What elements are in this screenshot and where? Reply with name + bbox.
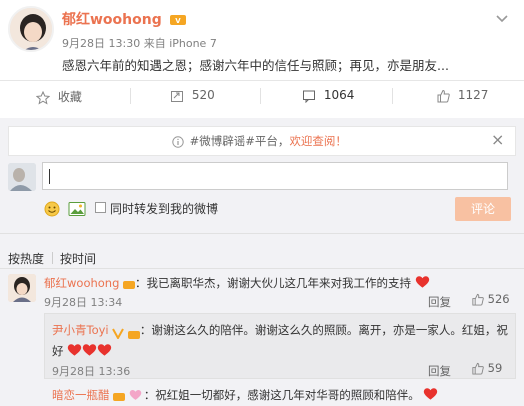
image-icon <box>68 201 86 217</box>
current-user-avatar[interactable] <box>8 163 36 191</box>
action-separator <box>392 88 393 104</box>
comment-like-button[interactable]: 526 <box>471 292 510 306</box>
post-divider <box>0 80 524 81</box>
reply-reply-button[interactable]: 回复 <box>428 363 451 379</box>
reply-author-name[interactable]: 尹小青Toyi <box>52 323 109 337</box>
tab-separator <box>52 252 53 264</box>
repost-checkbox[interactable] <box>95 202 106 213</box>
sort-divider <box>0 233 524 234</box>
svg-text:V: V <box>175 17 181 25</box>
post-time[interactable]: 9月28日 13:30 <box>62 37 140 50</box>
comment-input[interactable] <box>42 162 508 190</box>
vip-badge-icon <box>113 391 126 401</box>
reply-time[interactable]: 9月28日 13:36 <box>52 363 130 379</box>
reply-text: ：祝红姐一切都好，感谢这几年对华哥的照顾和陪伴。 <box>143 388 420 402</box>
post-menu-chevron-icon[interactable] <box>496 8 508 27</box>
info-icon <box>172 135 184 148</box>
image-button[interactable] <box>68 198 86 217</box>
reply-item: 暗恋一瓶醋 ：祝红姐一切都好，感谢这几年对华哥的照顾和陪伴。 <box>52 387 438 403</box>
reply-like-button[interactable]: 59 <box>471 361 502 375</box>
post-source[interactable]: 来自 iPhone 7 <box>144 37 217 50</box>
comment-author-avatar[interactable] <box>8 274 36 302</box>
reply-item: 尹小青Toyi ：谢谢这么久的陪伴。谢谢这么久的照顾。离开，亦是一家人。红姐，祝… <box>52 320 512 362</box>
comment-like-count: 526 <box>487 292 510 306</box>
vip-badge-icon <box>127 326 140 339</box>
comment-button[interactable]: 1064 <box>302 88 354 103</box>
smiley-icon <box>44 201 60 217</box>
comment-icon <box>302 89 316 103</box>
action-separator <box>130 88 131 104</box>
heart-emoji-icon <box>97 343 112 357</box>
like-button[interactable]: 1127 <box>436 88 488 103</box>
notice-topic-link[interactable]: #微博辟谣#平台， <box>190 134 290 148</box>
comment-text: ：我已离职华杰，谢谢大伙儿这几年来对我工作的支持 <box>135 276 412 290</box>
text-cursor <box>49 169 50 184</box>
heart-emoji-icon <box>415 275 430 289</box>
post-author-name[interactable]: 郁红woohong <box>62 12 162 28</box>
thumbs-up-icon <box>471 362 484 375</box>
tab-sort-by-hot[interactable]: 按热度 <box>8 250 44 267</box>
comment-item: 郁红woohong ：我已离职华杰，谢谢大伙儿这几年来对我工作的支持 <box>44 275 430 291</box>
submit-comment-button[interactable]: 评论 <box>455 197 511 221</box>
favorite-button[interactable]: 收藏 <box>35 88 82 105</box>
star-icon <box>35 90 51 105</box>
pink-heart-icon <box>129 389 144 403</box>
reply-author-name[interactable]: 暗恋一瓶醋 <box>52 388 110 402</box>
thumbs-up-icon <box>436 89 450 103</box>
vip-badge-icon: V <box>169 14 186 26</box>
thumbs-up-icon <box>471 293 484 306</box>
like-count: 1127 <box>457 88 489 102</box>
post-text: 感恩六年前的知遇之恩；感谢六年中的信任与照顾；再见，亦是朋友... <box>62 58 449 73</box>
action-separator <box>260 88 261 104</box>
comments-divider <box>0 268 524 269</box>
comment-count: 1064 <box>323 88 355 102</box>
verified-v-icon <box>112 325 125 340</box>
notice-welcome: 欢迎查阅！ <box>289 134 347 148</box>
emoji-button[interactable] <box>44 198 60 217</box>
favorite-label: 收藏 <box>57 90 82 104</box>
vip-badge-icon <box>123 279 136 289</box>
repost-checkbox-label[interactable]: 同时转发到我的微博 <box>110 200 218 217</box>
comment-time[interactable]: 9月28日 13:34 <box>44 294 122 310</box>
heart-emoji-icon <box>82 343 97 357</box>
heart-emoji-icon <box>423 387 438 401</box>
repost-count: 520 <box>191 88 215 102</box>
heart-emoji-icon <box>67 343 82 357</box>
repost-button[interactable]: 520 <box>170 88 215 103</box>
repost-icon <box>170 89 184 103</box>
tab-sort-by-time[interactable]: 按时间 <box>60 250 96 267</box>
notice-close-button[interactable]: × <box>491 130 504 149</box>
reply-like-count: 59 <box>487 361 503 375</box>
comment-author-name[interactable]: 郁红woohong <box>44 276 119 290</box>
post-author-avatar[interactable] <box>8 6 54 52</box>
comment-reply-button[interactable]: 回复 <box>428 294 451 310</box>
